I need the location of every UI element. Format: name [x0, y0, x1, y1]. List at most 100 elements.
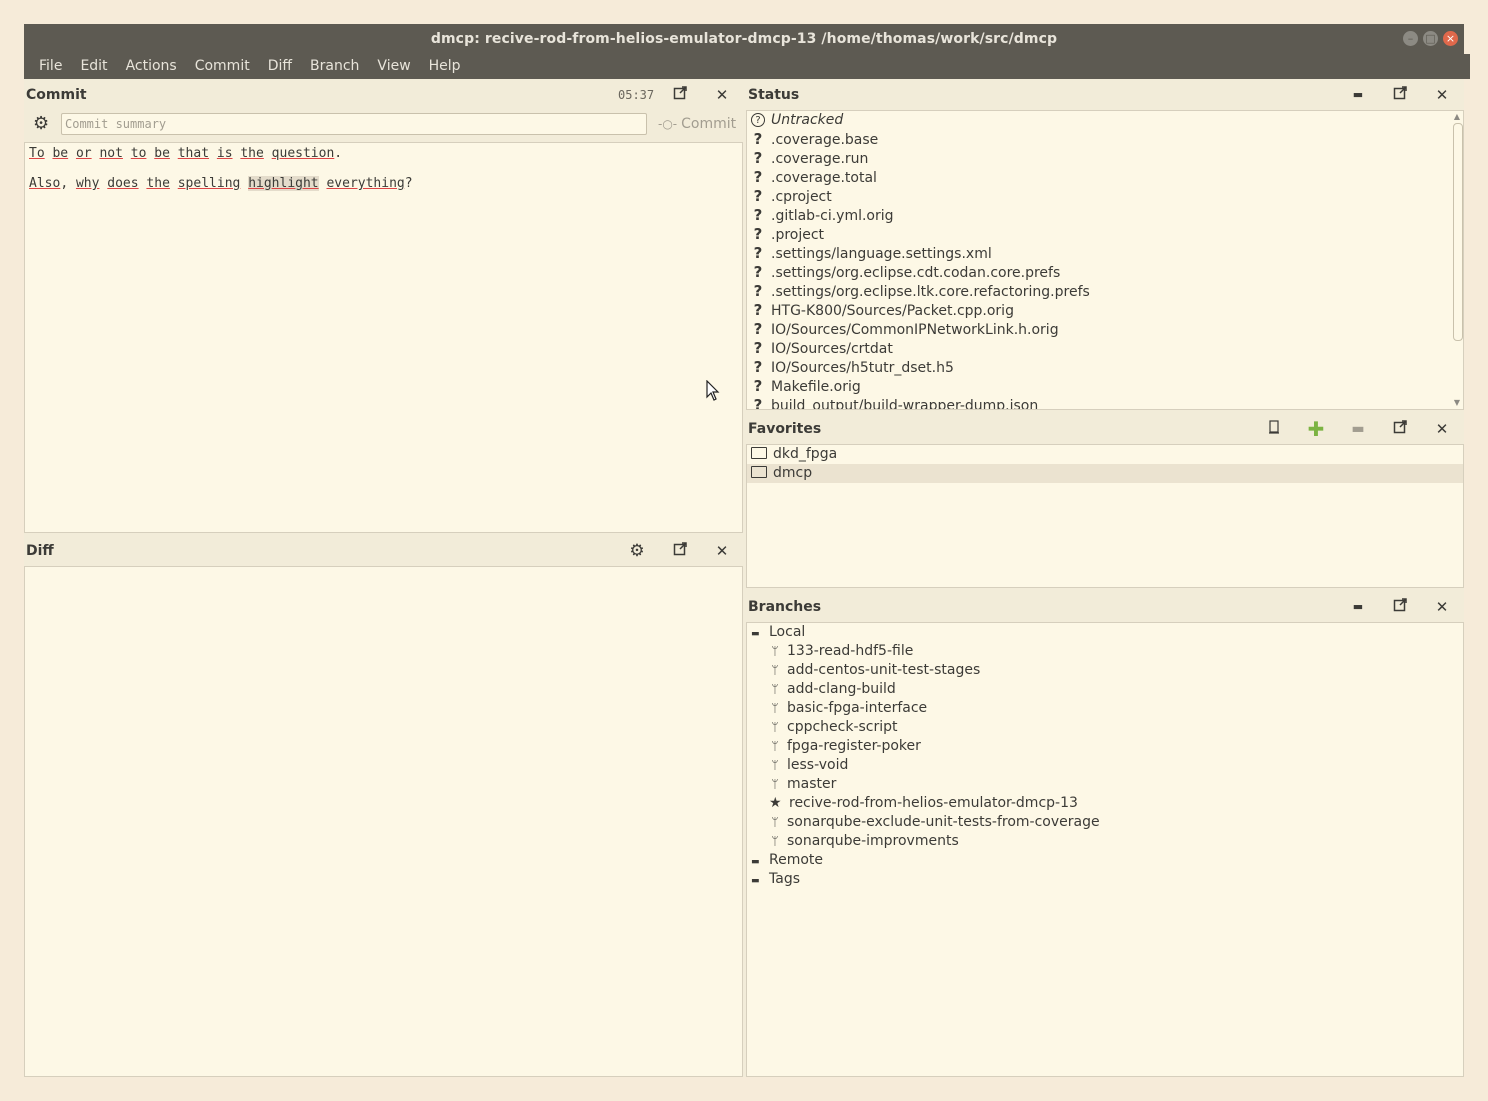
untracked-question-icon: ? — [753, 263, 763, 281]
close-icon[interactable]: ✕ — [1433, 420, 1451, 438]
status-file-row[interactable]: ? .coverage.base — [751, 130, 879, 149]
commit-message-editor[interactable]: To be or not to be that is the question.… — [24, 142, 743, 533]
maximize-icon[interactable]: □ — [1423, 31, 1438, 46]
commit-message-line: Also, why does the spelling highlight ev… — [29, 176, 413, 191]
menu-help[interactable]: Help — [420, 54, 470, 79]
status-panel: Status ▬ ✕ ? Untracked ▲ ▼ ? .coverage.bas… — [746, 80, 1464, 410]
status-tree[interactable]: ? Untracked ▲ ▼ ? .coverage.base? .coverage… — [746, 110, 1464, 410]
misspelled-word: to — [130, 146, 147, 161]
title-bar[interactable]: dmcp: recive-rod-from-helios-emulator-dm… — [24, 24, 1464, 54]
menu-branch[interactable]: Branch — [301, 54, 368, 79]
close-icon[interactable]: ✕ — [713, 542, 731, 560]
status-file-row[interactable]: ? .gitlab-ci.yml.orig — [751, 206, 894, 225]
status-file-row[interactable]: ? .settings/language.settings.xml — [751, 244, 992, 263]
branch-icon: ᛘ — [771, 644, 779, 658]
status-file-row[interactable]: ? .coverage.total — [751, 168, 877, 187]
branch-item[interactable]: ᛘ cppcheck-script — [769, 718, 897, 737]
float-panel-icon[interactable] — [1391, 598, 1409, 616]
float-panel-icon[interactable] — [1391, 420, 1409, 438]
commit-options-gear-icon[interactable]: ⚙ — [33, 113, 49, 135]
branch-group-local[interactable]: ▬ Local — [751, 623, 805, 642]
status-file-row[interactable]: ? .settings/org.eclipse.cdt.codan.core.pr… — [751, 263, 1061, 282]
branch-icon: ᛘ — [771, 682, 779, 696]
diff-viewer[interactable] — [24, 566, 743, 1077]
menu-file[interactable]: File — [30, 54, 71, 79]
menu-diff[interactable]: Diff — [259, 54, 301, 79]
window-close-icon[interactable]: × — [1443, 31, 1458, 46]
branches-tree[interactable]: ▬ Local ᛘ 133-read-hdf5-file ᛘ add-centos-uni… — [746, 622, 1464, 1077]
collapse-icon[interactable]: ▬ — [1349, 86, 1367, 104]
message-text: , — [60, 176, 76, 191]
branch-item[interactable]: ᛘ less-void — [769, 756, 848, 775]
collapse-toggle-icon[interactable]: ▬ — [751, 625, 763, 644]
status-file-row[interactable]: ? .project — [751, 225, 824, 244]
status-file-row[interactable]: ? IO/Sources/CommonIPNetworkLink.h.orig — [751, 320, 1059, 339]
status-file-row[interactable]: ? .settings/org.eclipse.ltk.core.refactor… — [751, 282, 1090, 301]
collapse-icon[interactable]: ▬ — [1349, 598, 1367, 616]
status-file-row[interactable]: ? .cproject — [751, 187, 832, 206]
status-file-label: .coverage.run — [771, 151, 869, 167]
status-file-label: IO/Sources/CommonIPNetworkLink.h.orig — [771, 322, 1059, 338]
branch-item[interactable]: ᛘ fpga-register-poker — [769, 737, 921, 756]
branch-icon: ᛘ — [771, 777, 779, 791]
add-icon[interactable]: ✚ — [1307, 419, 1325, 439]
remove-icon[interactable]: ▬ — [1349, 420, 1367, 438]
commit-summary-input[interactable] — [61, 113, 647, 135]
status-file-label: .cproject — [771, 189, 832, 205]
float-panel-icon[interactable] — [1391, 86, 1409, 104]
minimize-icon[interactable]: – — [1403, 31, 1418, 46]
favorite-item[interactable]: dmcp — [747, 464, 1463, 483]
close-icon[interactable]: ✕ — [1433, 86, 1451, 104]
window-title: dmcp: recive-rod-from-helios-emulator-dm… — [430, 31, 1058, 47]
untracked-question-icon: ? — [753, 130, 763, 148]
status-scrollbar[interactable]: ▲ ▼ — [1452, 113, 1463, 407]
menu-view[interactable]: View — [368, 54, 419, 79]
float-panel-icon[interactable] — [671, 542, 689, 560]
branch-item[interactable]: ᛘ add-centos-unit-test-stages — [769, 661, 980, 680]
status-panel-header: Status ▬ ✕ — [746, 80, 1464, 110]
mouse-cursor-icon — [706, 379, 720, 406]
status-file-row[interactable]: ? IO/Sources/crtdat — [751, 339, 893, 358]
branch-group-remote-label: Remote — [769, 852, 824, 868]
status-file-label: IO/Sources/crtdat — [771, 341, 893, 357]
status-file-row[interactable]: ? HTG-K800/Sources/Packet.cpp.orig — [751, 301, 1014, 320]
branch-item[interactable]: ᛘ master — [769, 775, 836, 794]
branch-icon: ᛘ — [771, 834, 779, 848]
favorites-list[interactable]: dkd_fpga dmcp — [746, 444, 1464, 588]
status-group-untracked[interactable]: ? Untracked — [751, 111, 843, 130]
collapse-toggle-icon[interactable]: ▬ — [751, 872, 763, 891]
branch-item[interactable]: ᛘ add-clang-build — [769, 680, 895, 699]
status-file-label: Makefile.orig — [771, 379, 861, 395]
branch-item[interactable]: ᛘ sonarqube-improvments — [769, 832, 959, 851]
untracked-question-icon: ? — [753, 396, 763, 410]
commit-panel-title: Commit — [26, 87, 87, 103]
branch-item[interactable]: ᛘ basic-fpga-interface — [769, 699, 927, 718]
menu-commit[interactable]: Commit — [186, 54, 259, 79]
branch-item[interactable]: ★ recive-rod-from-helios-emulator-dmcp-13 — [769, 794, 1078, 813]
menu-edit[interactable]: Edit — [71, 54, 116, 79]
status-file-row[interactable]: ? IO/Sources/h5tutr_dset.h5 — [751, 358, 954, 377]
branch-item[interactable]: ᛘ sonarqube-exclude-unit-tests-from-cover… — [769, 813, 1099, 832]
favorite-item[interactable]: dkd_fpga — [747, 445, 1463, 464]
branch-label: sonarqube-improvments — [787, 833, 959, 849]
app-window: dmcp: recive-rod-from-helios-emulator-dm… — [24, 24, 1470, 1077]
branch-group-remote[interactable]: ▬ Remote — [751, 851, 823, 870]
branch-group-tags[interactable]: ▬ Tags — [751, 870, 800, 889]
bookmark-icon[interactable] — [1265, 420, 1283, 438]
menu-bar: File Edit Actions Commit Diff Branch View Help — [24, 54, 1470, 79]
close-icon[interactable]: ✕ — [1433, 598, 1451, 616]
branch-item[interactable]: ᛘ 133-read-hdf5-file — [769, 642, 913, 661]
menu-actions[interactable]: Actions — [117, 54, 186, 79]
status-file-row[interactable]: ? build_output/build-wrapper-dump.json — [751, 396, 1039, 410]
commit-button[interactable]: -○- Commit — [658, 113, 736, 135]
status-panel-title: Status — [748, 87, 800, 103]
commit-icon: -○- — [658, 117, 678, 131]
float-panel-icon[interactable] — [671, 86, 689, 104]
status-file-row[interactable]: ? Makefile.orig — [751, 377, 861, 396]
close-icon[interactable]: ✕ — [713, 86, 731, 104]
misspelled-word: be — [52, 146, 69, 161]
diff-panel-title: Diff — [26, 543, 54, 559]
diff-options-gear-icon[interactable]: ⚙ — [628, 542, 646, 560]
status-file-row[interactable]: ? .coverage.run — [751, 149, 869, 168]
misspelled-word: everything — [326, 176, 405, 191]
